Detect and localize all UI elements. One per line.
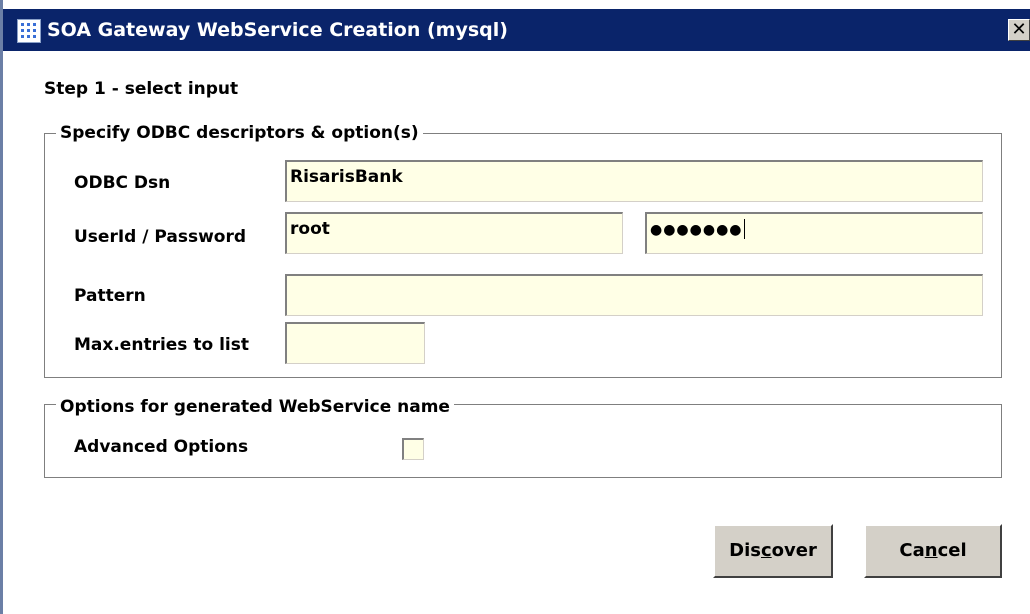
- advanced-options-label: Advanced Options: [74, 437, 249, 457]
- options-group-legend: Options for generated WebService name: [56, 396, 454, 418]
- advanced-options-checkbox[interactable]: [402, 438, 424, 460]
- cancel-mnemonic: n: [924, 540, 938, 561]
- pattern-label: Pattern: [74, 286, 146, 306]
- odbc-group-legend: Specify ODBC descriptors & option(s): [56, 122, 423, 144]
- max-entries-label: Max.entries to list: [74, 335, 249, 355]
- max-entries-field[interactable]: [285, 322, 425, 364]
- userid-password-label: UserId / Password: [74, 227, 247, 247]
- discover-button[interactable]: Discover: [713, 524, 833, 578]
- odbc-dsn-label: ODBC Dsn: [74, 173, 171, 193]
- close-icon[interactable]: ✕: [1008, 19, 1030, 41]
- discover-label-pre: Dis: [729, 540, 761, 561]
- cancel-button[interactable]: Cancel: [864, 524, 1002, 578]
- cancel-label-pre: Ca: [899, 540, 925, 561]
- window-title: SOA Gateway WebService Creation (mysql): [47, 19, 508, 41]
- password-masked-value: ●●●●●●●: [650, 222, 743, 238]
- cancel-label-post: cel: [937, 540, 967, 561]
- odbc-dsn-field[interactable]: RisarisBank: [285, 160, 983, 202]
- dialog-window: SOA Gateway WebService Creation (mysql) …: [0, 0, 1030, 614]
- password-field[interactable]: ●●●●●●●: [645, 212, 983, 254]
- window-left-border: [0, 0, 3, 614]
- grid-dots-icon: [17, 19, 41, 43]
- userid-field[interactable]: root: [285, 212, 623, 254]
- title-bar[interactable]: SOA Gateway WebService Creation (mysql) …: [3, 9, 1030, 51]
- text-caret: [743, 219, 745, 239]
- discover-mnemonic: c: [760, 540, 772, 561]
- pattern-field[interactable]: [285, 274, 983, 316]
- discover-label-post: over: [771, 540, 817, 561]
- step-label: Step 1 - select input: [44, 79, 239, 99]
